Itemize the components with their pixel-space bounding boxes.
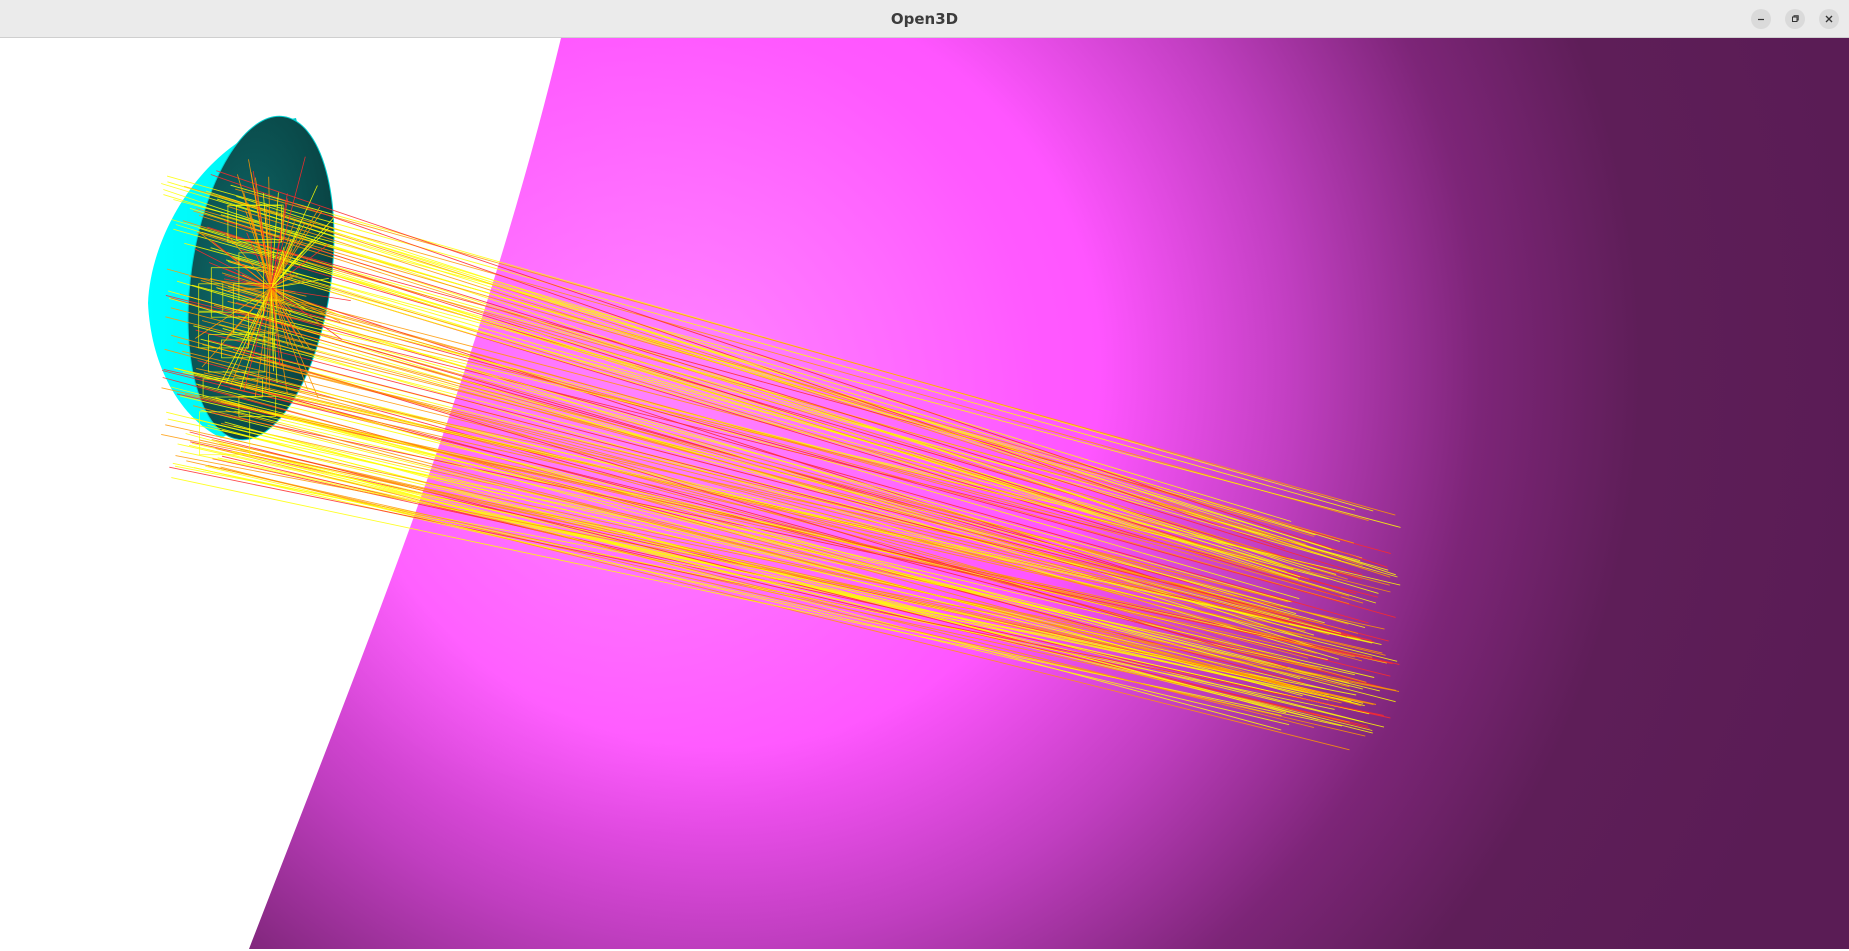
app-window: Open3D [0,0,1849,951]
minimize-button[interactable] [1751,9,1771,29]
minimize-icon [1756,14,1766,24]
cyan-hemisphere [148,115,335,441]
title-bar[interactable]: Open3D [0,0,1849,38]
window-title: Open3D [890,9,959,28]
3d-viewport[interactable] [1,38,1849,949]
close-button[interactable] [1819,9,1839,29]
close-icon [1824,14,1834,24]
restore-icon [1790,14,1800,24]
scene-canvas[interactable] [1,38,1849,949]
restore-button[interactable] [1785,9,1805,29]
